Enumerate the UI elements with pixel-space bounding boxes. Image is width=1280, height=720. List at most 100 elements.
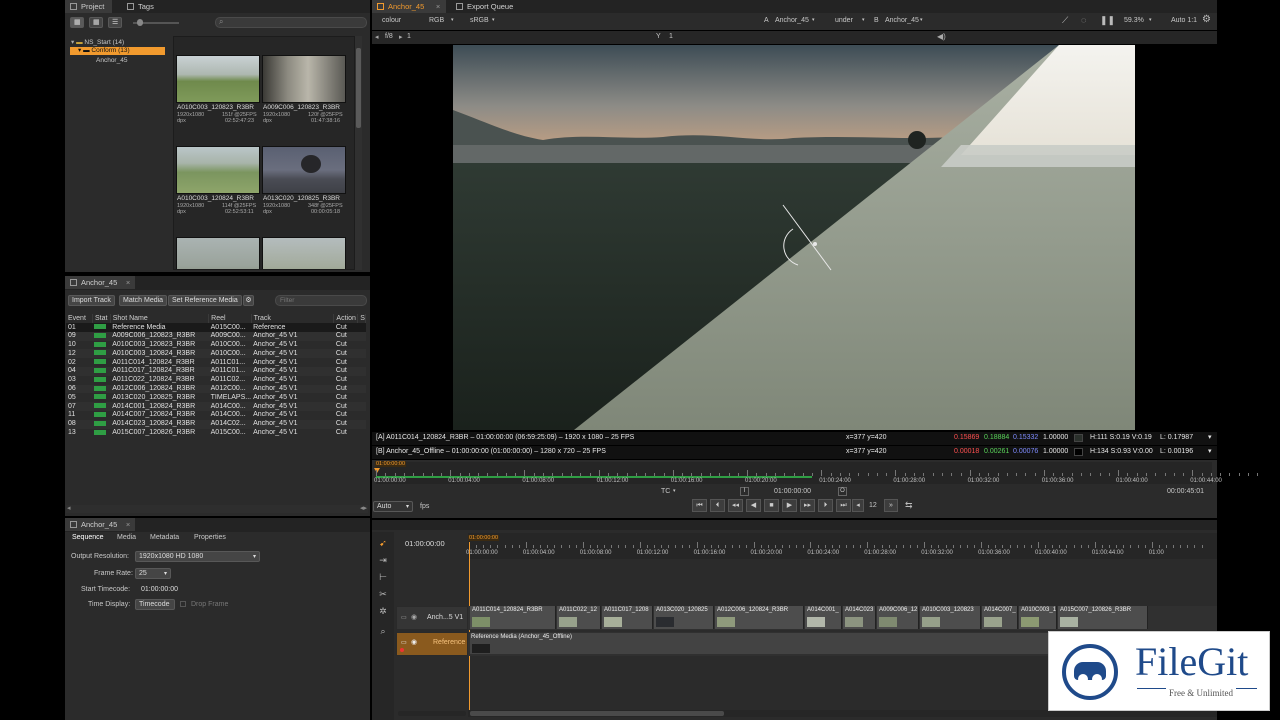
table-row[interactable]: 13 A015C007_120826_R3BR A015C00... Anchor_4… (66, 429, 366, 438)
table-row[interactable]: 06 A012C006_120824_R3BR A012C00... Anchor_4… (66, 384, 366, 394)
loop-icon[interactable]: ⇆ (905, 500, 913, 511)
table-row[interactable]: 02 A011C014_120824_R3BR A011C01... Anchor_4… (66, 358, 366, 367)
slider-handle[interactable] (137, 19, 143, 26)
thumbnail-scrollbar[interactable] (355, 36, 362, 270)
playhead-triangle[interactable] (374, 468, 380, 473)
timeline-clip[interactable]: A013C020_120825 (654, 606, 714, 629)
y-value[interactable]: 1 (669, 33, 673, 40)
subtab-properties[interactable]: Properties (194, 534, 226, 541)
input-a-dropdown[interactable]: Anchor_45 (775, 17, 809, 24)
close-icon[interactable]: × (436, 0, 440, 13)
close-icon[interactable]: × (126, 518, 130, 531)
tab-viewer-anchor[interactable]: Anchor_45 × (372, 0, 447, 13)
tc-mode-dropdown[interactable]: TC (661, 488, 670, 495)
timeline-clip[interactable]: A014C007_ (982, 606, 1018, 629)
close-icon[interactable]: × (126, 276, 130, 289)
crop-icon[interactable]: ◌ (1081, 15, 1086, 25)
out-point-button[interactable]: O (838, 487, 847, 496)
tab-anchor-45[interactable]: Anchor_45 × (65, 276, 136, 289)
table-row[interactable]: 05 A013C020_120825_R3BR TIMELAPS... Anchor_… (66, 393, 366, 402)
timeline-clip[interactable]: A015C007_120826_R3BR (1058, 606, 1148, 629)
thumbnail-view-button[interactable]: ▦ (70, 17, 84, 28)
trim-tool-icon[interactable]: ⊢ (376, 572, 390, 584)
table-row[interactable]: 04 A011C017_120824_R3BR A011C01... Anchor_4… (66, 366, 366, 376)
fstop-icon[interactable]: ◂ (375, 33, 379, 41)
scroll-right-icon[interactable]: ◂▸ (360, 504, 367, 512)
input-b-dropdown[interactable]: Anchor_45 (885, 17, 919, 24)
tab-project[interactable]: Project (65, 0, 113, 13)
tab-export-queue[interactable]: Export Queue (451, 0, 521, 13)
timeline-zoom-slider[interactable] (398, 711, 466, 716)
fstop-value[interactable]: f/8 (385, 33, 393, 40)
stop-button[interactable]: ■ (764, 499, 779, 512)
slip-tool-icon[interactable]: ⇥ (376, 555, 390, 567)
tab-tags[interactable]: Tags (122, 0, 162, 13)
select-tool-icon[interactable]: ➹ (376, 538, 390, 550)
thumbnail-image[interactable] (262, 237, 346, 269)
lock-icon[interactable]: ▭ (401, 639, 407, 646)
event-hscrollbar[interactable]: ◂ ◂▸ (66, 505, 368, 513)
timeline-current-tc[interactable]: 01:00:00:00 (405, 539, 445, 548)
subtab-metadata[interactable]: Metadata (150, 534, 179, 541)
step-back-button[interactable]: ◂◂ (728, 499, 743, 512)
table-row[interactable]: 08 A014C023_120824_R3BR A014C02... Anchor_4… (66, 419, 366, 429)
eye-icon[interactable]: ◉ (411, 638, 417, 646)
zoom-tool-icon[interactable]: ⌕ (376, 626, 390, 638)
gear-icon[interactable]: ⚙ (1202, 14, 1211, 25)
go-start-button[interactable]: ⏮ (692, 499, 707, 512)
play-small-icon[interactable]: ▸ (399, 33, 403, 41)
subtab-media[interactable]: Media (117, 534, 136, 541)
scroll-thumb[interactable] (470, 711, 724, 716)
current-timecode[interactable]: 01:00:00:00 (774, 488, 811, 495)
prev-edit-button[interactable]: ⏴ (710, 499, 725, 512)
scroll-thumb[interactable] (356, 48, 361, 128)
step-forward-amount-button[interactable]: » (884, 499, 898, 512)
reference-clip[interactable]: Reference Media (Anchor_45_Offline) (470, 633, 1070, 654)
grid-view-button[interactable]: ▦ (89, 17, 103, 28)
timeline-clip[interactable]: A010C003_120823 (920, 606, 981, 629)
play-button[interactable]: ▶ (782, 499, 797, 512)
table-row[interactable]: 09 A009C006_120823_R3BR A009C00... Anchor_4… (66, 331, 366, 341)
start-timecode-field[interactable]: 01:00:00:00 (141, 586, 178, 593)
step-back-amount-button[interactable]: ◂ (852, 499, 864, 512)
timeline-clip[interactable]: A011C017_1208 (602, 606, 653, 629)
table-row[interactable]: 03 A011C022_120824_R3BR A011C02... Anchor_4… (66, 376, 366, 385)
in-point-button[interactable]: I (740, 487, 749, 496)
import-track-button[interactable]: Import Track (68, 295, 115, 306)
settings-button[interactable]: ⚙ (243, 295, 254, 306)
subtab-sequence[interactable]: Sequence (72, 534, 104, 541)
next-edit-button[interactable]: ⏵ (818, 499, 833, 512)
timeline-clip[interactable]: A011C022_12 (557, 606, 601, 629)
colour-dropdown[interactable]: colour (382, 17, 401, 24)
play-reverse-button[interactable]: ◀ (746, 499, 761, 512)
colorspace-dropdown[interactable]: sRGB (470, 17, 489, 24)
tree-item-anchor[interactable]: Anchor_45 (96, 57, 127, 64)
set-reference-media-button[interactable]: Set Reference Media (168, 295, 242, 306)
fps-mode-select[interactable]: Auto ▾ (373, 501, 413, 512)
tree-folder-conform[interactable]: ▾ ▬ Conform (13) (70, 47, 165, 55)
step-forward-button[interactable]: ▸▸ (800, 499, 815, 512)
track-header-reference[interactable]: ▭ ◉ Reference (396, 632, 468, 656)
pause-icon[interactable]: ❚❚ (1100, 15, 1115, 26)
filter-input[interactable]: Filter (275, 295, 367, 306)
table-row[interactable]: 10 A010C003_120823_R3BR A010C00... Anchor_4… (66, 341, 366, 350)
table-row[interactable]: 12 A010C003_120824_R3BR A010C00... Anchor_4… (66, 349, 366, 359)
frame-value[interactable]: 1 (407, 33, 411, 40)
chevron-down-icon[interactable]: ▾ (1208, 433, 1212, 441)
chevron-down-icon[interactable]: ▾ (1208, 447, 1212, 455)
table-row[interactable]: 07 A014C001_120824_R3BR A014C00... Anchor_4… (66, 402, 366, 411)
go-end-button[interactable]: ⏭ (836, 499, 851, 512)
razor-tool-icon[interactable]: ✂ (376, 589, 390, 601)
tab-sequence-anchor[interactable]: Anchor_45 × (65, 518, 136, 531)
wipe-icon[interactable]: ⟋ (1062, 15, 1068, 26)
time-display-select[interactable]: Timecode (135, 599, 175, 610)
zoom-level[interactable]: 59.3% (1124, 17, 1144, 24)
list-view-button[interactable]: ☰ (108, 17, 122, 28)
timeline-clip[interactable]: A009C006_12 (877, 606, 919, 629)
fit-mode-dropdown[interactable]: Auto 1:1 (1171, 17, 1197, 24)
eye-icon[interactable]: ◉ (411, 613, 417, 621)
channel-dropdown[interactable]: RGB (429, 17, 444, 24)
blend-mode-dropdown[interactable]: under (835, 17, 853, 24)
wipe-center[interactable] (813, 242, 817, 246)
timeline-clip[interactable]: A012C006_120824_R3BR (715, 606, 804, 629)
